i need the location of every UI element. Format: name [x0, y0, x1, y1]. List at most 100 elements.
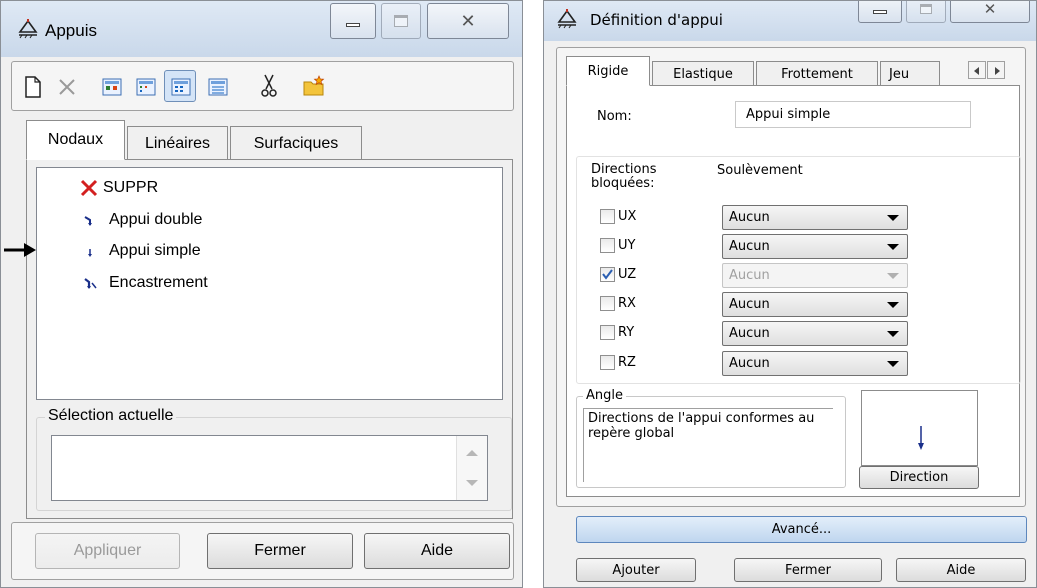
appuis-titlebar[interactable]: Appuis ✕	[1, 1, 522, 57]
minimize-icon	[873, 10, 887, 14]
view-icons-small-icon[interactable]	[136, 78, 156, 96]
chevron-down-icon	[887, 272, 899, 279]
list-item[interactable]: Appui simple	[83, 237, 201, 265]
selection-group-title: Sélection actuelle	[45, 407, 177, 425]
apply-button[interactable]: Appliquer	[35, 533, 180, 569]
support-app-icon	[557, 9, 577, 29]
scroll-up-icon[interactable]	[466, 450, 478, 456]
close-button[interactable]: Fermer	[734, 558, 882, 582]
label-uz: UZ	[618, 267, 637, 282]
tab-scroll-right-icon	[995, 67, 1000, 75]
appuis-title: Appuis	[45, 21, 97, 40]
maximize-button[interactable]	[906, 1, 946, 23]
uplift-select-uy[interactable]: Aucun	[722, 234, 908, 259]
maximize-button[interactable]	[381, 3, 421, 39]
tab-scroll-right-button[interactable]	[987, 61, 1005, 79]
support-app-icon	[18, 19, 38, 39]
name-label: Nom:	[597, 109, 632, 124]
list-item-label: Appui double	[109, 211, 203, 228]
directions-header: Directions bloquées:	[591, 162, 657, 191]
directions-group: Directions bloquées: Soulèvement UX Aucu…	[576, 156, 1021, 384]
list-item-label: Encastrement	[109, 274, 208, 291]
tab-rigide[interactable]: Rigide	[566, 56, 650, 86]
close-window-button[interactable]: ✕	[950, 1, 1030, 23]
direction-button[interactable]: Direction	[859, 466, 979, 489]
label-ux: UX	[618, 209, 637, 224]
help-button[interactable]: Aide	[896, 558, 1026, 582]
uplift-value: Aucun	[729, 326, 770, 341]
label-uy: UY	[618, 238, 636, 253]
uplift-header: Soulèvement	[717, 163, 803, 178]
chevron-down-icon	[887, 214, 899, 221]
help-button[interactable]: Aide	[364, 533, 510, 569]
maximize-icon	[920, 4, 932, 14]
advanced-button[interactable]: Avancé...	[576, 516, 1027, 543]
tab-scroll-left-icon	[974, 67, 979, 75]
support-list[interactable]: SUPPR Appui double Appui simple Encastre…	[36, 167, 503, 400]
definition-title: Définition d'appui	[590, 11, 723, 29]
uplift-value: Aucun	[729, 356, 770, 371]
minimize-button[interactable]	[858, 1, 902, 23]
uplift-value: Aucun	[729, 297, 770, 312]
checkbox-rx[interactable]	[600, 296, 615, 311]
minimize-icon	[346, 23, 360, 27]
minimize-button[interactable]	[330, 3, 376, 39]
cut-icon[interactable]	[260, 74, 278, 98]
tab-nodaux[interactable]: Nodaux	[26, 120, 125, 160]
scroll-down-icon[interactable]	[466, 480, 478, 486]
tab-lineaires[interactable]: Linéaires	[127, 126, 228, 160]
uplift-value: Aucun	[729, 210, 770, 225]
folder-star-icon[interactable]	[302, 74, 326, 98]
label-rz: RZ	[618, 355, 636, 370]
angle-group-title: Angle	[583, 388, 626, 403]
checkbox-ux[interactable]	[600, 209, 615, 224]
direction-arrow-icon	[918, 426, 924, 450]
list-item[interactable]: Encastrement	[83, 269, 208, 297]
view-details-icon[interactable]	[208, 78, 228, 96]
list-item-label: Appui simple	[109, 242, 201, 259]
checkbox-ry[interactable]	[600, 325, 615, 340]
new-icon[interactable]	[24, 76, 42, 98]
checkbox-uy[interactable]	[600, 238, 615, 253]
close-button[interactable]: Fermer	[207, 533, 353, 569]
chevron-down-icon	[887, 330, 899, 337]
close-icon: ✕	[460, 10, 476, 31]
tab-elastique[interactable]: Elastique	[652, 61, 754, 86]
view-list-icon	[171, 78, 191, 96]
selection-scrollbar[interactable]	[456, 436, 487, 500]
chevron-down-icon	[887, 360, 899, 367]
support-fixed-icon	[84, 278, 97, 289]
checkbox-uz[interactable]	[600, 267, 615, 282]
toolbar	[11, 61, 514, 111]
uplift-select-rx[interactable]: Aucun	[722, 292, 908, 317]
list-item[interactable]: Appui double	[83, 206, 202, 234]
uplift-select-uz[interactable]: Aucun	[722, 263, 908, 288]
uplift-select-ry[interactable]: Aucun	[722, 321, 908, 346]
red-x-icon	[80, 179, 98, 197]
tab-scroll-left-button[interactable]	[968, 61, 986, 79]
definition-titlebar[interactable]: Définition d'appui ✕	[544, 1, 1036, 41]
view-list-button[interactable]	[164, 70, 196, 102]
tab-surfaciques[interactable]: Surfaciques	[230, 126, 362, 160]
label-rx: RX	[618, 296, 636, 311]
appuis-window: Appuis ✕ Nodaux Linéaires Surfaciques SU…	[0, 0, 523, 588]
angle-description: Directions de l'appui conformes au repèr…	[583, 408, 833, 482]
checkbox-rz[interactable]	[600, 355, 615, 370]
view-icons-large-icon[interactable]	[102, 78, 122, 96]
selection-field[interactable]	[51, 435, 488, 501]
name-field[interactable]: Appui simple	[735, 101, 971, 128]
tab-jeu[interactable]: Jeu	[880, 61, 940, 86]
maximize-icon	[394, 15, 408, 27]
list-item[interactable]: SUPPR	[79, 174, 158, 202]
direction-preview	[861, 390, 978, 466]
checkmark-icon	[602, 269, 613, 280]
support-simple-icon	[88, 249, 92, 257]
tab-frottement[interactable]: Frottement	[756, 61, 878, 86]
uplift-select-ux[interactable]: Aucun	[722, 205, 908, 230]
add-button[interactable]: Ajouter	[576, 558, 696, 582]
uplift-select-rz[interactable]: Aucun	[722, 351, 908, 376]
support-double-icon	[84, 216, 92, 226]
uplift-value: Aucun	[729, 268, 770, 283]
delete-icon[interactable]	[58, 78, 76, 96]
close-window-button[interactable]: ✕	[427, 3, 509, 39]
